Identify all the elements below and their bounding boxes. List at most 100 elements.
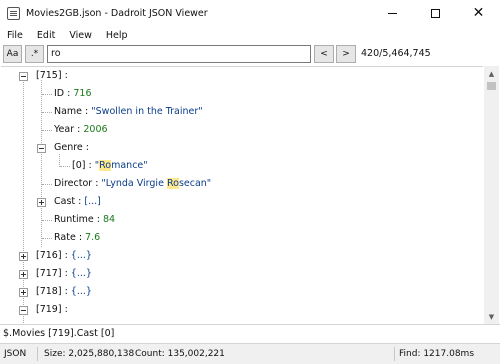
collapsed-object[interactable]: {...} — [71, 250, 92, 261]
field-separator: : — [75, 232, 86, 243]
collapse-icon[interactable] — [19, 306, 28, 315]
field-key: Year — [54, 124, 75, 135]
previous-match-button[interactable]: < — [314, 45, 334, 63]
window-controls: ✕ — [371, 0, 500, 26]
tree-node-717[interactable]: [717] : {...} — [1, 265, 483, 283]
field-value: 84 — [102, 214, 116, 225]
node-separator: : — [61, 70, 68, 81]
expand-icon[interactable] — [19, 252, 28, 261]
tree-line — [42, 220, 52, 221]
close-button[interactable]: ✕ — [457, 0, 500, 26]
field-separator: : — [75, 196, 85, 207]
field-value: 2006 — [83, 124, 108, 135]
field-value-rest: mance" — [111, 160, 148, 171]
collapse-icon[interactable] — [19, 72, 28, 81]
menu-help[interactable]: Help — [99, 30, 135, 41]
field-value-rest: secan" — [178, 178, 212, 189]
collapsed-array[interactable]: [...] — [84, 196, 100, 207]
expand-icon[interactable] — [37, 198, 46, 207]
menu-file[interactable]: File — [0, 30, 30, 41]
field-value-before: "Lynda Virgie — [101, 178, 167, 189]
status-divider — [37, 347, 38, 361]
tree-row-genre[interactable]: Genre : — [1, 139, 483, 157]
title-bar: Movies2GB.json - Dadroit JSON Viewer ✕ — [0, 0, 500, 26]
node-key: [716] — [36, 250, 62, 261]
node-separator: : — [61, 304, 68, 315]
field-separator: : — [85, 160, 95, 171]
menu-bar: File Edit View Help — [0, 27, 135, 43]
field-separator: : — [74, 124, 84, 135]
tree-row-rate[interactable]: Rate : 7.6 — [1, 229, 483, 247]
expand-icon[interactable] — [19, 288, 28, 297]
tree-node-719[interactable]: [719] : — [1, 301, 483, 319]
field-key: Cast — [54, 196, 76, 207]
tree-line — [60, 166, 70, 167]
tree-line — [42, 238, 52, 239]
expand-icon[interactable] — [19, 270, 28, 279]
find-time: Find: 1217.08ms — [399, 349, 475, 359]
tree-node-715[interactable]: [715] : — [1, 67, 483, 85]
tree-row-runtime[interactable]: Runtime : 84 — [1, 211, 483, 229]
window-title: Movies2GB.json - Dadroit JSON Viewer — [26, 7, 208, 19]
tree-line — [42, 184, 52, 185]
close-icon: ✕ — [472, 5, 485, 21]
tree-node-718[interactable]: [718] : {...} — [1, 283, 483, 301]
status-bar: JSON Size: 2,025,880,138 Count: 135,002,… — [0, 343, 500, 364]
scrollbar-thumb[interactable] — [487, 82, 496, 90]
tree-row-director[interactable]: Director : "Lynda Virgie Rosecan" — [1, 175, 483, 193]
tree-row-genre-item[interactable]: [0] : "Romance" — [1, 157, 483, 175]
field-key: [0] — [72, 160, 86, 171]
search-input[interactable]: ro — [47, 45, 311, 63]
field-key: Name — [54, 106, 83, 117]
node-separator: : — [61, 268, 71, 279]
node-count: Count: 135,002,221 — [135, 349, 225, 359]
node-separator: : — [61, 286, 71, 297]
tree-row-id[interactable]: ID : 716 — [1, 85, 483, 103]
field-value: "Swollen in the Trainer" — [91, 106, 203, 117]
field-key: Genre — [54, 142, 83, 153]
tree-row-name[interactable]: Name : "Swollen in the Trainer" — [1, 103, 483, 121]
tree-line — [42, 94, 52, 95]
scroll-down-icon[interactable]: ▼ — [484, 309, 499, 324]
file-size: Size: 2,025,880,138 — [44, 349, 135, 359]
vertical-scrollbar[interactable]: ▲ ▼ — [484, 66, 499, 324]
menu-edit[interactable]: Edit — [30, 30, 62, 41]
scroll-up-icon[interactable]: ▲ — [484, 66, 499, 81]
collapse-icon[interactable] — [37, 144, 46, 153]
menu-view[interactable]: View — [62, 30, 99, 41]
status-divider — [394, 347, 395, 361]
field-separator: : — [93, 214, 103, 225]
match-case-button[interactable]: Aa — [3, 45, 22, 63]
tree-line — [42, 112, 52, 113]
field-key: Runtime — [54, 214, 94, 225]
tree-row-year[interactable]: Year : 2006 — [1, 121, 483, 139]
collapsed-object[interactable]: {...} — [71, 268, 92, 279]
minimize-icon — [388, 12, 397, 14]
field-separator: : — [64, 88, 74, 99]
node-key: [718] — [36, 286, 62, 297]
field-key: ID — [54, 88, 65, 99]
match-count: 420/5,464,745 — [361, 48, 431, 59]
format-indicator: JSON — [4, 349, 27, 359]
tree-row-cast[interactable]: Cast : [...] — [1, 193, 483, 211]
minimize-button[interactable] — [371, 0, 414, 26]
maximize-icon — [431, 8, 440, 18]
search-bar: Aa .* ro < > 420/5,464,745 — [0, 43, 500, 65]
search-match-highlight: Ro — [166, 178, 179, 189]
regex-button[interactable]: .* — [25, 45, 44, 63]
maximize-button[interactable] — [414, 0, 457, 26]
node-key: [719] — [36, 304, 62, 315]
search-match-highlight: Ro — [99, 160, 112, 171]
node-key: [717] — [36, 268, 62, 279]
document-icon — [7, 6, 20, 20]
next-match-button[interactable]: > — [336, 45, 356, 63]
node-separator: : — [61, 250, 71, 261]
field-key: Director — [54, 178, 93, 189]
field-separator: : — [82, 142, 90, 153]
field-value: 716 — [73, 88, 92, 99]
collapsed-object[interactable]: {...} — [71, 286, 92, 297]
json-tree: [715] : ID : 716 Name : "Swollen in the … — [1, 66, 483, 324]
field-value: 7.6 — [85, 232, 101, 243]
node-key: [715] — [36, 70, 62, 81]
tree-node-716[interactable]: [716] : {...} — [1, 247, 483, 265]
